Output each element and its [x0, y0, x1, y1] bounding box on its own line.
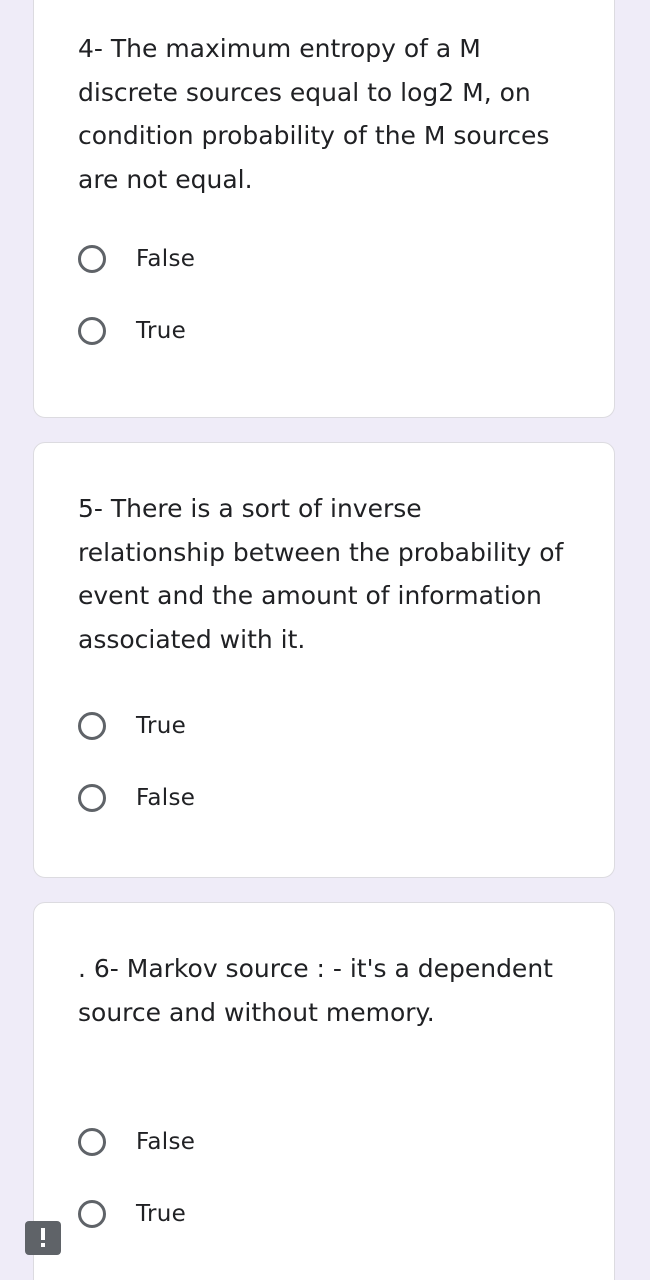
option-false[interactable]: False: [78, 1122, 195, 1162]
option-true[interactable]: True: [78, 706, 186, 746]
option-false[interactable]: False: [78, 778, 195, 818]
question-card-4: 4- The maximum entropy of a M discrete s…: [33, 0, 615, 418]
radio-unchecked-icon[interactable]: [78, 1200, 106, 1228]
option-label: False: [136, 246, 196, 272]
option-false[interactable]: False: [78, 239, 195, 279]
option-label: False: [136, 785, 196, 811]
option-label: False: [136, 1129, 196, 1155]
question-text: 5- There is a sort of inverse relationsh…: [78, 494, 564, 654]
option-label: True: [136, 318, 187, 344]
form-page: 4- The maximum entropy of a M discrete s…: [0, 0, 650, 1280]
report-button[interactable]: [25, 1221, 61, 1255]
exclamation-icon: [41, 1228, 45, 1247]
radio-unchecked-icon[interactable]: [78, 245, 106, 273]
question-text: . 6- Markov source : - it's a dependent …: [78, 954, 553, 1027]
question-card-5: 5- There is a sort of inverse relationsh…: [33, 442, 615, 878]
radio-unchecked-icon[interactable]: [78, 712, 106, 740]
question-text: 4- The maximum entropy of a M discrete s…: [78, 34, 550, 194]
radio-unchecked-icon[interactable]: [78, 784, 106, 812]
radio-unchecked-icon[interactable]: [78, 1128, 106, 1156]
option-label: True: [136, 1201, 187, 1227]
radio-unchecked-icon[interactable]: [78, 317, 106, 345]
option-label: True: [136, 713, 187, 739]
question-card-6: . 6- Markov source : - it's a dependent …: [33, 902, 615, 1280]
option-true[interactable]: True: [78, 1194, 186, 1234]
option-true[interactable]: True: [78, 311, 186, 351]
